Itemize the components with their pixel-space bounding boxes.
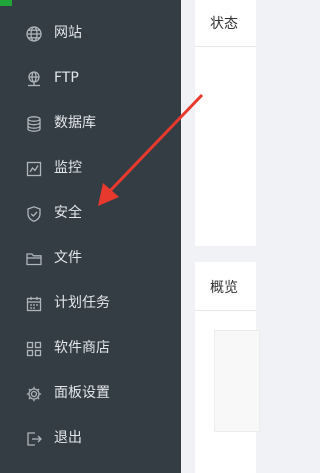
- calendar-icon: [25, 295, 43, 313]
- sidebar-item-security[interactable]: 安全: [0, 191, 181, 235]
- logout-icon: [25, 430, 43, 448]
- sidebar-item-label: 监控: [54, 160, 82, 176]
- grid-apps-icon: [25, 340, 43, 358]
- sidebar-item-database[interactable]: 数据库: [0, 101, 181, 145]
- status-panel-title: 状态: [210, 16, 238, 32]
- sidebar-item-label: 计划任务: [54, 295, 110, 311]
- folder-icon: [25, 250, 43, 268]
- sidebar-item-monitor[interactable]: 监控: [0, 146, 181, 190]
- panel-divider: [195, 310, 256, 311]
- sidebar-item-settings[interactable]: 面板设置: [0, 371, 181, 415]
- sidebar-item-ftp[interactable]: FTP: [0, 56, 181, 100]
- sidebar-item-label: 退出: [54, 430, 82, 446]
- globe-icon: [25, 25, 43, 43]
- status-panel: 状态: [195, 0, 256, 246]
- overview-panel-title: 概览: [210, 280, 238, 296]
- database-icon: [25, 115, 43, 133]
- sidebar-item-label: 面板设置: [54, 385, 110, 401]
- sidebar: 网站 FTP 数据库 监控 安全 文件 计划任务 软件商店 面板设置 退出: [0, 0, 181, 473]
- gear-icon: [25, 385, 43, 403]
- overview-card: [214, 330, 260, 432]
- sidebar-item-label: 数据库: [54, 115, 96, 131]
- active-indicator: [0, 0, 12, 6]
- ftp-icon: [25, 70, 43, 88]
- sidebar-item-label: 文件: [54, 250, 82, 266]
- sidebar-item-website[interactable]: 网站: [0, 11, 181, 55]
- sidebar-item-logout[interactable]: 退出: [0, 416, 181, 460]
- shield-icon: [25, 205, 43, 223]
- sidebar-item-files[interactable]: 文件: [0, 236, 181, 280]
- panel-divider: [195, 46, 256, 47]
- sidebar-item-cron[interactable]: 计划任务: [0, 281, 181, 325]
- sidebar-item-app-store[interactable]: 软件商店: [0, 326, 181, 370]
- sidebar-item-label: 软件商店: [54, 340, 110, 356]
- sidebar-item-label: 网站: [54, 25, 82, 41]
- monitor-chart-icon: [25, 160, 43, 178]
- sidebar-item-label: FTP: [54, 70, 79, 86]
- sidebar-item-label: 安全: [54, 205, 82, 221]
